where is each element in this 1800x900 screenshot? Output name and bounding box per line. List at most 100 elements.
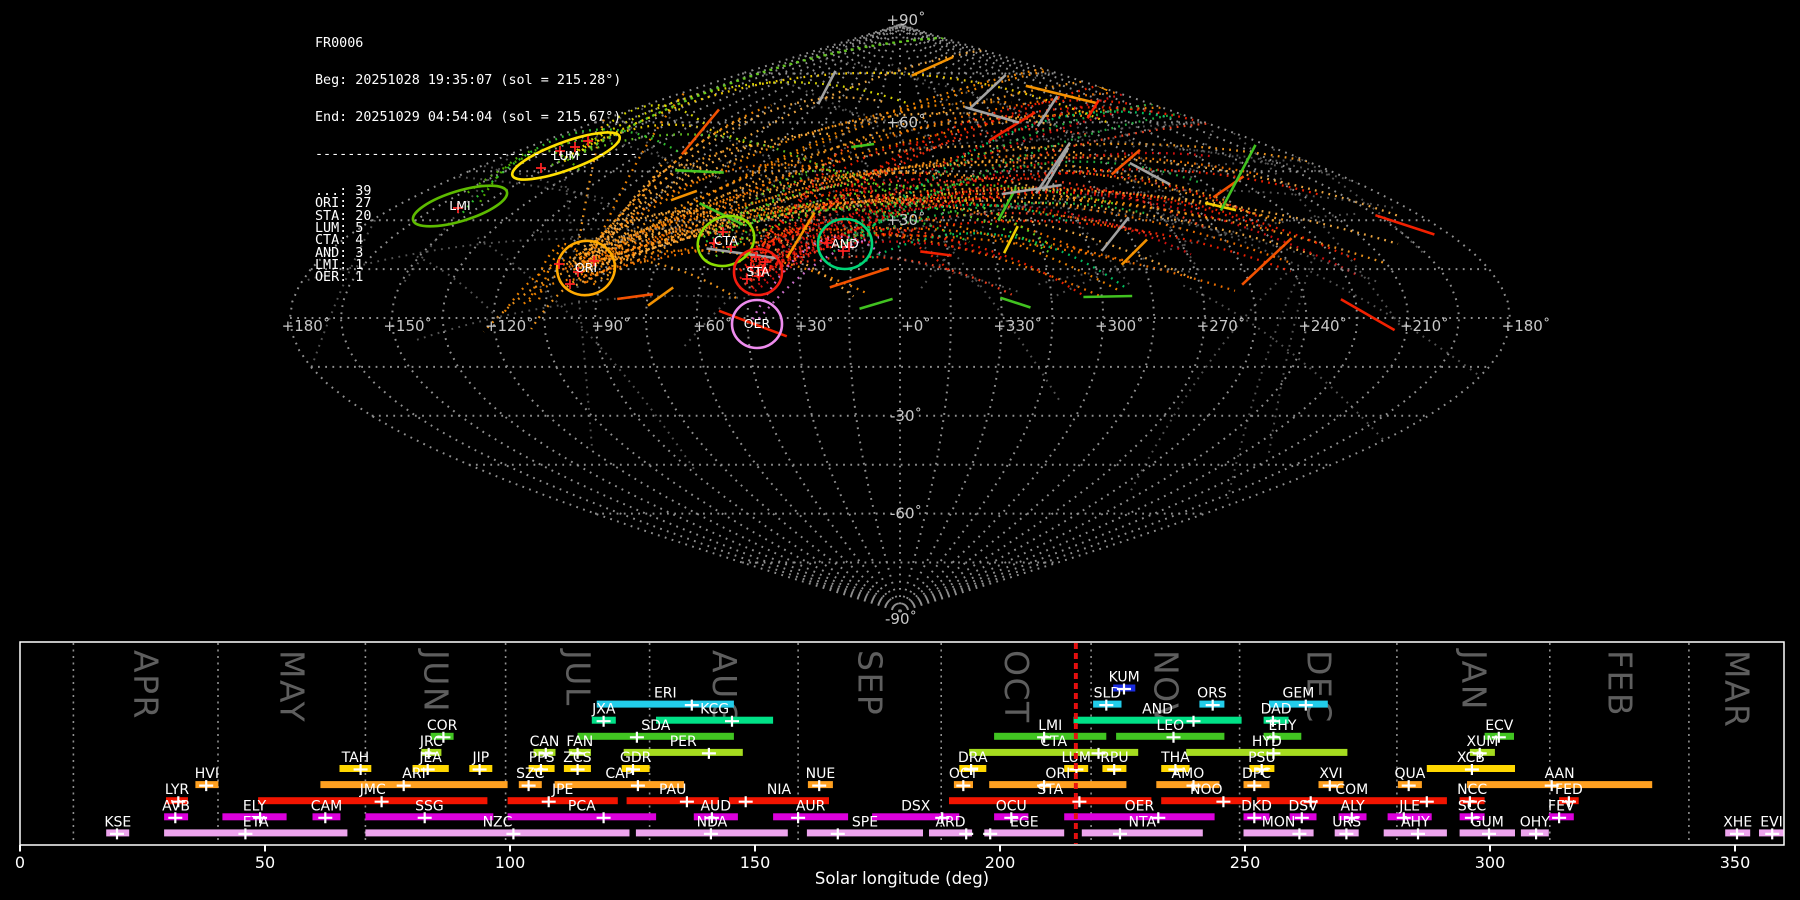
activity-timeline: APR MAY JUN JUL AUG SEP OCT NOV DEC JAN FEB MARKUME… xyxy=(15,641,1785,888)
separator-line: ---------------------------------------- xyxy=(315,146,638,162)
shower-label-COM: COM xyxy=(1335,782,1368,798)
lon-label: +270˚ xyxy=(1197,317,1246,335)
shower-bar-ARI xyxy=(320,781,508,789)
shower-label-GUM: GUM xyxy=(1471,814,1504,830)
month-label-JAN: JAN xyxy=(1454,648,1493,711)
lat-label: -30˚ xyxy=(890,407,922,425)
shower-label-JRC: JRC xyxy=(419,734,443,750)
lon-label: +300˚ xyxy=(1095,317,1144,335)
shower-label-SCC: SCC xyxy=(1458,798,1487,814)
shower-label-CAM: CAM xyxy=(311,798,342,814)
month-label-JUN: JUN xyxy=(417,648,456,713)
shower-label-KUM: KUM xyxy=(1109,670,1140,686)
shower-label-ARD: ARD xyxy=(935,814,965,830)
lon-label: +210˚ xyxy=(1400,317,1449,335)
shower-bar-STA xyxy=(949,797,1152,805)
lat-label: -60˚ xyxy=(890,505,922,523)
month-label-APR: APR xyxy=(127,650,166,720)
meteor-streak xyxy=(1083,294,1133,299)
shower-bar-SDA xyxy=(577,732,734,740)
shower-label-FEV: FEV xyxy=(1548,798,1575,814)
shower-label-CTA: CTA xyxy=(1040,734,1067,750)
shower-label-PPS: PPS xyxy=(529,750,555,766)
month-label-SEP: SEP xyxy=(851,650,890,716)
sporadic-trail xyxy=(1249,134,1424,254)
shower-label-NUE: NUE xyxy=(806,766,836,782)
begin-time: Beg: 20251028 19:35:07 (sol = 215.28°) xyxy=(315,72,622,88)
shower-label-OCU: OCU xyxy=(996,798,1027,814)
shower-bar-AUR xyxy=(773,813,849,821)
x-axis-tick-label: 300 xyxy=(1475,853,1506,872)
shower-label-JEA: JEA xyxy=(418,750,442,766)
month-label-MAY: MAY xyxy=(273,650,312,723)
x-axis-tick-label: 250 xyxy=(1230,853,1261,872)
sporadic-trail xyxy=(917,225,985,293)
meteor-trail xyxy=(583,34,1164,152)
shower-count-line: AND: 3 xyxy=(315,245,364,261)
shower-label-XCB: XCB xyxy=(1457,750,1485,766)
shower-label-ALY: ALY xyxy=(1341,798,1366,814)
shower-label-FAN: FAN xyxy=(566,734,593,750)
shower-label-OER: OER xyxy=(1125,798,1155,814)
shower-label-HVI: HVI xyxy=(195,766,219,782)
sporadic-trail xyxy=(290,55,325,129)
meteor-streak xyxy=(859,297,893,310)
shower-label-JMC: JMC xyxy=(359,782,386,798)
x-axis-tick-label: 200 xyxy=(985,853,1016,872)
shower-label-URS: URS xyxy=(1332,814,1361,830)
sporadic-trail xyxy=(1250,60,1362,92)
shower-label-JIP: JIP xyxy=(471,750,489,766)
shower-label-SZC: SZC xyxy=(516,766,544,782)
shower-bar-SPE xyxy=(806,829,923,837)
meteor-streak xyxy=(1207,77,1263,117)
lon-label: +0˚ xyxy=(901,317,931,335)
shower-label-ERI: ERI xyxy=(654,686,677,702)
shower-label-OCT: OCT xyxy=(949,766,979,782)
lon-label: +30˚ xyxy=(795,317,834,335)
shower-label-EHY: EHY xyxy=(1269,718,1297,734)
lon-label: +330˚ xyxy=(993,317,1042,335)
shower-label-STA: STA xyxy=(1037,782,1063,798)
shower-label-THA: THA xyxy=(1160,750,1190,766)
meteor-streak xyxy=(920,250,952,257)
meteor-trail xyxy=(843,97,1387,235)
x-axis-tick-label: 0 xyxy=(15,853,25,872)
north-pole-label: +90˚ xyxy=(886,11,925,29)
shower-label-DSX: DSX xyxy=(901,798,931,814)
shower-label-DSV: DSV xyxy=(1288,798,1318,814)
end-time: End: 20251029 04:54:04 (sol = 215.67°) xyxy=(315,109,622,125)
meteor-trail xyxy=(759,255,1013,296)
shower-label-ORS: ORS xyxy=(1197,686,1227,702)
shower-label-MON: MON xyxy=(1262,814,1296,830)
sporadic-trail xyxy=(1229,24,1510,62)
sporadic-trail xyxy=(1148,209,1510,405)
shower-label-AMO: AMO xyxy=(1172,766,1205,782)
meteor-streak xyxy=(1271,85,1297,130)
x-axis-title: Solar longitude (deg) xyxy=(815,869,989,888)
shower-count-line: LUM: 5 xyxy=(315,220,364,236)
shower-bar-JPE xyxy=(507,797,618,805)
shower-label-NDA: NDA xyxy=(697,814,728,830)
shower-label-HYD: HYD xyxy=(1252,734,1282,750)
shower-label-TAH: TAH xyxy=(341,750,370,766)
sky-map-and-timeline-canvas: +180˚ +150˚ +120˚ +90˚ +60˚ +30˚ +0˚ +330˚ +300˚… xyxy=(15,11,1785,888)
south-pole-label: -90˚ xyxy=(885,610,917,628)
month-label-FEB: FEB xyxy=(1600,650,1639,717)
shower-label-JXA: JXA xyxy=(591,702,616,718)
meteor-streak xyxy=(647,286,674,307)
shower-label-KSE: KSE xyxy=(104,814,131,830)
sporadic-trail xyxy=(1270,24,1302,166)
shower-bar-KCG xyxy=(656,716,774,724)
shower-label-FED: FED xyxy=(1555,782,1583,798)
shower-label-GEM: GEM xyxy=(1283,686,1315,702)
shower-bar-NZC xyxy=(365,829,630,837)
shower-label-OHY: OHY xyxy=(1520,814,1551,830)
shower-label-PCA: PCA xyxy=(568,798,596,814)
shower-label-ARI: ARI xyxy=(402,766,425,782)
shower-label-ELY: ELY xyxy=(243,798,267,814)
row-plum: KSE ETA NZC NDA SPE ARD EGE NTA MON URS AHY GUM OHY X… xyxy=(104,814,1784,840)
meteor-streak xyxy=(829,266,890,289)
shower-label-CAN: CAN xyxy=(530,734,560,750)
shower-bar-NOO xyxy=(1161,797,1252,805)
shower-label-ETA: ETA xyxy=(243,814,269,830)
